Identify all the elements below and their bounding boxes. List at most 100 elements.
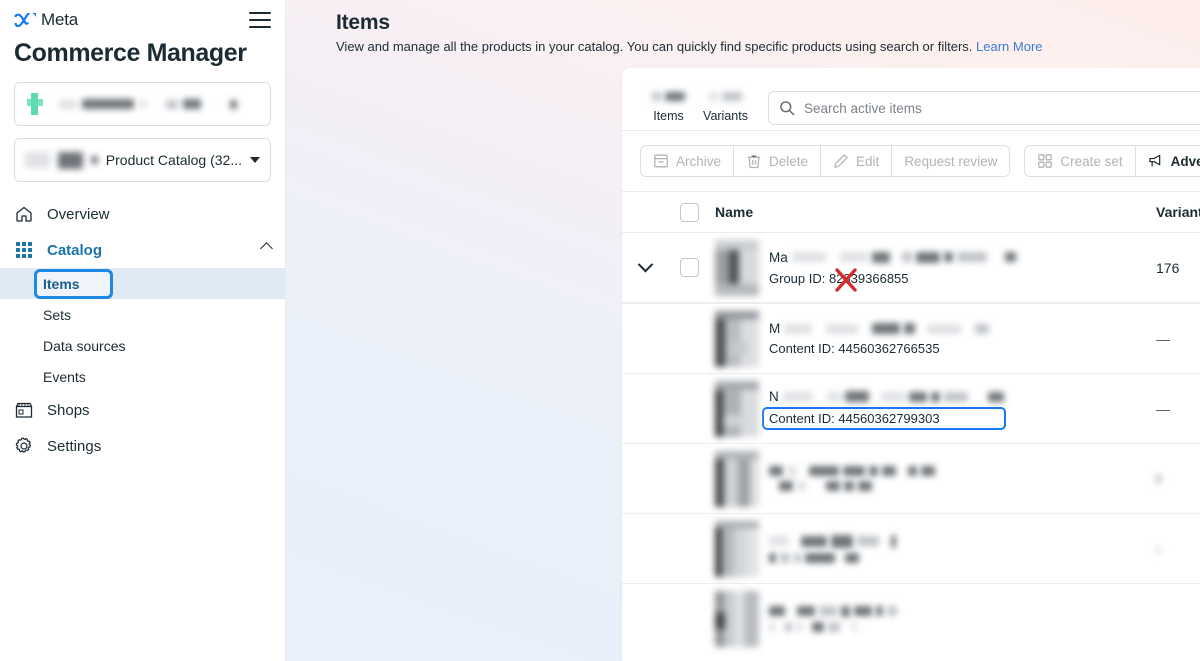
meta-brand[interactable]: Meta (14, 10, 78, 30)
table-row[interactable] (622, 513, 1200, 583)
button-label: Edit (856, 153, 880, 169)
pencil-icon (834, 154, 848, 168)
sidebar-top-bar: Meta (0, 0, 285, 30)
sidebar-nav: Overview Catalog Items Sets Data sources… (0, 196, 285, 464)
search-field[interactable] (768, 91, 1200, 125)
button-label: Request review (904, 153, 998, 169)
tab-items[interactable]: Items (640, 88, 697, 130)
sidebar-item-label: Settings (47, 437, 102, 455)
delete-button[interactable]: Delete (734, 145, 822, 177)
chevron-down-icon (250, 157, 260, 163)
business-logo-icon (25, 91, 51, 117)
sidebar-subitem-label: Sets (43, 306, 72, 323)
product-name-prefix: M (769, 321, 781, 336)
column-header-variants[interactable]: Variants (1156, 204, 1200, 220)
button-label: Delete (769, 153, 809, 169)
select-all-checkbox[interactable] (679, 202, 699, 222)
product-name-redacted (769, 605, 897, 617)
meta-wordmark: Meta (41, 10, 78, 29)
archive-button[interactable]: Archive (640, 145, 735, 177)
main-content: Items View and manage all the products i… (286, 0, 1200, 661)
shop-icon (15, 402, 33, 418)
table-row[interactable]: M Content ID: 44560362766535 — In stock (622, 303, 1200, 373)
sidebar-subitem-label: Data sources (43, 337, 126, 354)
sidebar-subitem-label: Items (34, 268, 113, 299)
table-row[interactable] (622, 443, 1200, 513)
table-row[interactable]: N Content ID: 44560362799303 — In stock (622, 373, 1200, 443)
row-name-cell (710, 450, 1156, 507)
product-thumbnail[interactable] (715, 380, 759, 437)
product-thumbnail[interactable] (715, 239, 759, 296)
catalog-selector-label: Product Catalog (32... (105, 152, 242, 168)
action-group-secondary: Create set Advertise set (1024, 145, 1200, 177)
business-account-card[interactable] (14, 82, 271, 126)
items-panel: Items Variants Search active items Archi… (622, 68, 1200, 661)
product-name-prefix: N (769, 389, 779, 404)
learn-more-link[interactable]: Learn More (976, 39, 1042, 54)
sidebar-item-settings[interactable]: Settings (0, 428, 285, 464)
sidebar-item-items[interactable]: Items (0, 268, 285, 299)
page-title: Items (336, 11, 390, 34)
page-title-sidebar: Commerce Manager (14, 39, 247, 67)
request-review-button[interactable]: Request review (892, 145, 1011, 177)
sidebar-item-events[interactable]: Events (0, 361, 285, 392)
product-thumbnail[interactable] (715, 310, 759, 367)
sidebar-item-overview[interactable]: Overview (0, 196, 285, 232)
content-id-label: Content ID: 44560362766535 (769, 341, 940, 356)
sidebar-item-sets[interactable]: Sets (0, 299, 285, 330)
catalog-selector[interactable]: Product Catalog (32... (14, 138, 271, 182)
tab-label: Variants (703, 109, 748, 123)
page-subtitle: View and manage all the products in your… (336, 39, 1200, 54)
sidebar-item-label: Overview (47, 205, 110, 223)
row-name-cell: Ma Group ID: 82839366855 (710, 239, 1156, 296)
chevron-down-icon[interactable] (637, 256, 653, 273)
tabs-and-search: Items Variants (622, 68, 1200, 130)
product-thumbnail[interactable] (715, 520, 759, 577)
search-input[interactable] (804, 100, 1200, 116)
column-header-name[interactable]: Name (710, 204, 1156, 220)
product-name-redacted: Ma (769, 250, 1016, 265)
row-variants (1156, 541, 1200, 557)
product-subtext-redacted (769, 481, 935, 491)
product-name-redacted (769, 534, 896, 548)
table-row[interactable]: Ma Group ID: 82839366855 176 (622, 233, 1200, 303)
search-icon (780, 101, 795, 116)
create-set-button[interactable]: Create set (1024, 145, 1136, 177)
grid-squares-icon (1038, 154, 1053, 168)
row-name-cell (710, 590, 1156, 647)
sidebar-item-label: Catalog (47, 241, 103, 259)
action-toolbar: Archive Delete Edit Request review Creat… (622, 131, 1200, 191)
row-name-text: Ma Group ID: 82839366855 (769, 250, 1016, 292)
trash-icon (747, 154, 761, 169)
product-subtext-redacted (769, 621, 897, 632)
row-variants: 176 (1156, 259, 1180, 276)
tab-variants[interactable]: Variants (697, 88, 754, 130)
gear-icon (15, 437, 31, 453)
table-header: Name Variants Availability Price (622, 191, 1200, 233)
row-variants: — (1156, 330, 1170, 347)
content-id-label[interactable]: Content ID: 44560362799303 (762, 407, 1006, 430)
tab-label: Items (653, 109, 684, 123)
archive-box-icon (654, 154, 668, 168)
advertise-set-button[interactable]: Advertise set (1135, 145, 1200, 177)
edit-button[interactable]: Edit (821, 145, 893, 177)
sidebar-item-catalog[interactable]: Catalog (0, 232, 285, 268)
sidebar: Meta Commerce Manager Product Catalog (3… (0, 0, 286, 661)
sidebar-item-data-sources[interactable]: Data sources (0, 330, 285, 361)
row-name-cell: M Content ID: 44560362766535 (710, 310, 1156, 367)
business-name-redacted (59, 99, 237, 109)
row-name-text (769, 534, 896, 563)
table-row[interactable] (622, 583, 1200, 653)
product-thumbnail[interactable] (715, 590, 759, 647)
product-name-prefix: Ma (769, 249, 788, 265)
row-checkbox[interactable] (679, 258, 699, 277)
page-header: Items View and manage all the products i… (286, 0, 1200, 54)
product-thumbnail[interactable] (715, 450, 759, 507)
row-variants (1156, 471, 1200, 487)
chevron-up-icon[interactable] (260, 241, 273, 255)
sidebar-subitem-label: Events (43, 368, 86, 385)
sidebar-item-shops[interactable]: Shops (0, 392, 285, 428)
hamburger-menu-icon[interactable] (249, 12, 271, 28)
row-name-text: M Content ID: 44560362766535 (769, 321, 990, 356)
button-label: Advertise set (1170, 153, 1200, 169)
